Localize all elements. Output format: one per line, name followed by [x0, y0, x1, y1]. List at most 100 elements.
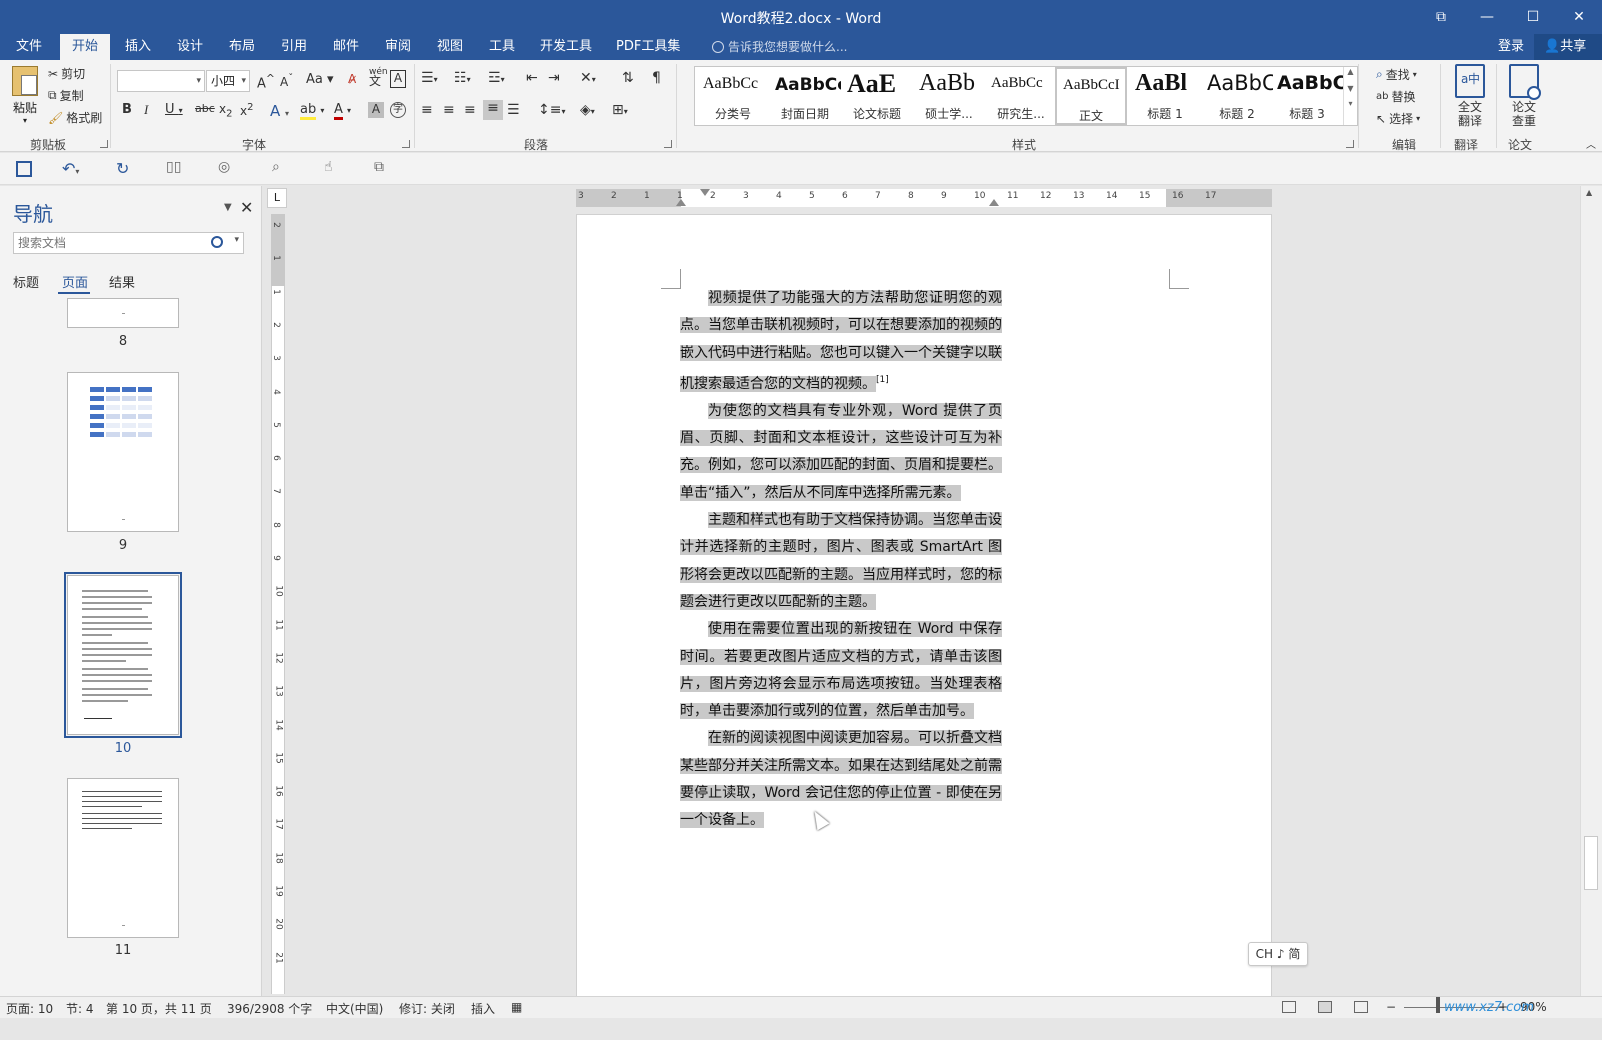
customize-qat-icon[interactable]: ⧉ [374, 159, 394, 179]
tab-layout[interactable]: 布局 [217, 34, 267, 60]
status-insert-mode[interactable]: 插入 [471, 1000, 495, 1017]
select-button[interactable]: ↖ 选择 ▾ [1376, 110, 1420, 127]
status-page-of[interactable]: 第 10 页，共 11 页 [106, 1000, 212, 1017]
increase-indent-icon[interactable]: ⇥ [548, 70, 560, 86]
highlight-color-icon[interactable]: ab ▾ [300, 102, 324, 120]
style-item[interactable]: AaBbCc 研究生... [985, 67, 1057, 125]
status-language[interactable]: 中文(中国) [326, 1000, 383, 1017]
close-icon[interactable]: ✕ [1556, 0, 1602, 34]
vertical-scrollbar[interactable]: ▲ [1580, 186, 1602, 996]
tab-insert[interactable]: 插入 [113, 34, 163, 60]
shrink-font-icon[interactable]: Aˇ [280, 73, 293, 89]
line-spacing-icon[interactable]: ↕≡▾ [538, 102, 565, 118]
paste-button[interactable]: 粘贴 ▾ [8, 66, 42, 125]
full-text-translate-button[interactable]: a 中全文翻译 [1446, 64, 1494, 128]
font-launcher-icon[interactable] [402, 140, 410, 148]
style-item[interactable]: AaE 论文标题 [841, 67, 913, 125]
tab-results[interactable]: 结果 [109, 272, 135, 291]
multilevel-list-icon[interactable]: ☲▾ [488, 70, 505, 86]
footnote-reference[interactable]: [1] [876, 375, 889, 385]
chevron-down-icon[interactable]: ▼ [1344, 84, 1357, 93]
read-mode-view-icon[interactable] [1282, 1001, 1296, 1013]
align-right-icon[interactable]: ≡ [464, 102, 476, 118]
style-item-selected[interactable]: AaBbCcI 正文 [1055, 67, 1127, 125]
read-mode-icon[interactable]: ▯▯ [166, 159, 186, 179]
touch-mode-icon[interactable]: ☝ [324, 159, 344, 179]
ime-indicator[interactable]: CH ♪ 简 [1248, 942, 1308, 966]
web-layout-view-icon[interactable] [1354, 1001, 1368, 1013]
find-button[interactable]: ⌕ 查找 ▾ [1376, 66, 1417, 83]
close-icon[interactable]: ✕ [240, 198, 253, 217]
search-icon[interactable] [211, 236, 223, 248]
change-case-button[interactable]: Aa ▾ [306, 72, 334, 87]
login-link[interactable]: 登录 [1498, 34, 1524, 60]
first-line-indent-icon[interactable] [700, 189, 710, 196]
style-item[interactable]: AaBbCc 分类号 [697, 67, 769, 125]
tab-mailings[interactable]: 邮件 [321, 34, 371, 60]
strikethrough-button[interactable]: abc [195, 102, 215, 115]
font-name-combo[interactable]: ▾ [117, 70, 205, 92]
tab-file[interactable]: 文件 [4, 34, 54, 60]
web-layout-icon[interactable]: ◎ [218, 159, 238, 179]
numbering-icon[interactable]: ☷▾ [454, 70, 471, 86]
document-page[interactable]: 视频提供了功能强大的方法帮助您证明您的观点。当您单击联机视频时，可以在想要添加的… [576, 214, 1272, 996]
paragraph-launcher-icon[interactable] [664, 140, 672, 148]
shading-icon[interactable]: ◈▾ [580, 102, 595, 118]
tab-tools[interactable]: 工具 [477, 34, 527, 60]
superscript-button[interactable]: x2 [240, 102, 253, 118]
horizontal-ruler[interactable]: 3 2 1 1 2 3 4 5 6 7 8 9 10 11 12 13 14 15 16 17 [576, 189, 1272, 207]
tab-review[interactable]: 审阅 [373, 34, 423, 60]
page-thumbnail[interactable] [67, 778, 179, 938]
replace-button[interactable]: ab 替换 [1376, 88, 1416, 105]
ribbon-display-options-icon[interactable]: ⧉ [1418, 0, 1464, 34]
styles-scroll[interactable]: ▲ ▼ ▾ [1343, 67, 1357, 125]
format-painter-button[interactable]: 🖌 格式刷 [48, 109, 102, 126]
chevron-down-icon[interactable]: ▾ [234, 235, 239, 245]
tab-home[interactable]: 开始 [60, 34, 111, 60]
page-thumbnail[interactable] [67, 298, 179, 328]
align-left-icon[interactable]: ≡ [421, 102, 433, 118]
style-item[interactable]: AaBbC 标题 3 [1271, 67, 1343, 125]
underline-button[interactable]: U ▾ [165, 102, 183, 117]
paper-check-button[interactable]: 论文查重 [1500, 64, 1548, 128]
indent-marker-icon[interactable] [676, 199, 686, 206]
phonetic-guide-icon[interactable]: wén 文 [369, 68, 388, 88]
align-center-icon[interactable]: ≡ [443, 102, 455, 118]
font-color-icon[interactable]: A ▾ [334, 102, 351, 120]
zoom-out-icon[interactable]: − [1386, 1000, 1396, 1014]
tab-selector[interactable]: L [267, 188, 287, 208]
print-layout-view-icon[interactable] [1318, 1001, 1332, 1013]
chevron-up-icon[interactable]: ▲ [1344, 67, 1357, 76]
style-item[interactable]: AaBbCc 封面日期 [769, 67, 841, 125]
subscript-button[interactable]: x2 [219, 102, 232, 119]
tell-me-box[interactable]: 告诉我您想要做什么... [712, 34, 847, 60]
bullets-icon[interactable]: ☰▾ [421, 70, 438, 86]
justify-icon[interactable]: ≡ [483, 100, 503, 120]
decrease-indent-icon[interactable]: ⇤ [526, 70, 538, 86]
share-button[interactable]: 👤共享 [1534, 34, 1602, 60]
more-icon[interactable]: ▾ [1344, 99, 1357, 108]
style-item[interactable]: AaBb 硕士学... [913, 67, 985, 125]
tab-pages[interactable]: 页面 [62, 272, 88, 291]
scrollbar-thumb[interactable] [1584, 836, 1598, 890]
maximize-icon[interactable]: ☐ [1510, 0, 1556, 34]
clipboard-launcher-icon[interactable] [100, 140, 108, 148]
borders-icon[interactable]: ⊞▾ [612, 102, 628, 118]
text-effects-icon[interactable]: A ▾ [270, 102, 289, 120]
character-shading-icon[interactable]: A [368, 102, 384, 118]
chevron-up-icon[interactable]: ▲ [1586, 188, 1592, 197]
show-marks-icon[interactable]: ¶ [652, 70, 661, 86]
font-size-combo[interactable]: 小四 ▾ [206, 70, 250, 92]
status-page[interactable]: 页面: 10 [6, 1000, 53, 1017]
status-section[interactable]: 节: 4 [66, 1000, 94, 1017]
chevron-down-icon[interactable]: ▼ [224, 202, 232, 213]
redo-icon[interactable]: ↻ [116, 159, 136, 179]
status-track-changes[interactable]: 修订: 关闭 [399, 1000, 455, 1017]
tab-references[interactable]: 引用 [269, 34, 319, 60]
copy-button[interactable]: ⧉ 复制 [48, 87, 84, 104]
right-indent-icon[interactable] [989, 199, 999, 206]
tab-pdf-tools[interactable]: PDF工具集 [604, 34, 692, 60]
save-icon[interactable] [14, 159, 34, 179]
search-input[interactable] [14, 233, 204, 253]
chinese-layout-icon[interactable]: ✕▾ [580, 70, 596, 86]
